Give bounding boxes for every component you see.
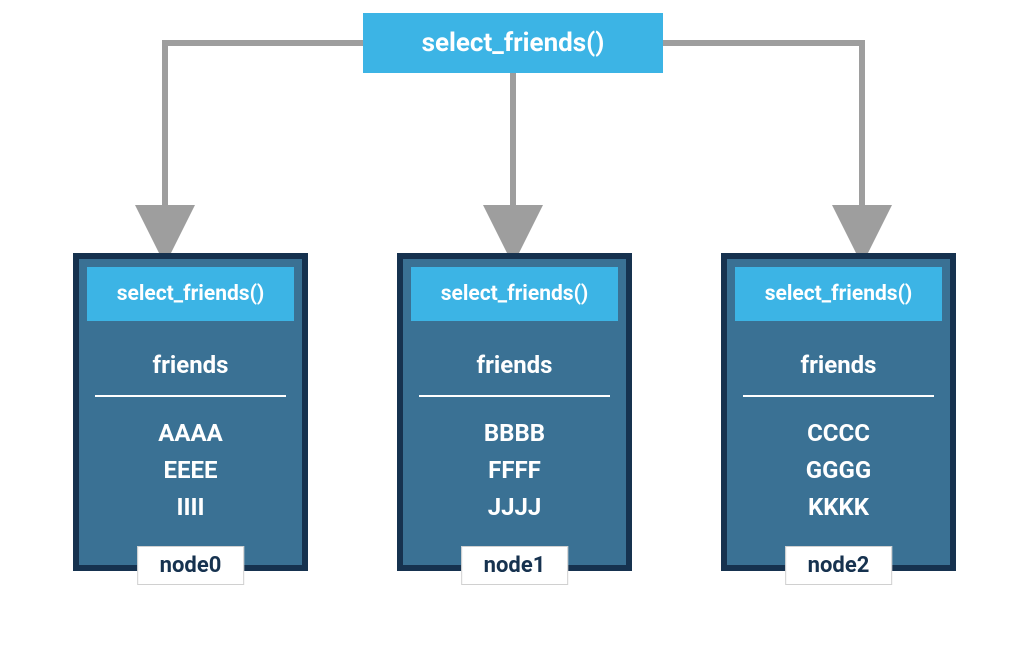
node-header: select_friends()	[87, 267, 294, 321]
distributed-query-diagram: select_friends() select_friends() friend…	[0, 0, 1024, 658]
node-label: node1	[461, 546, 569, 585]
node-data-row: AAAA	[89, 415, 292, 452]
nodes-row: select_friends() friends AAAA EEEE IIII …	[73, 253, 956, 571]
root-function-box: select_friends()	[363, 13, 663, 73]
node-label: node0	[137, 546, 245, 585]
node-data-list: CCCC GGGG KKKK	[727, 397, 950, 537]
node-card-1: select_friends() friends BBBB FFFF JJJJ …	[397, 253, 632, 571]
node-data-row: GGGG	[737, 452, 940, 489]
node-data-list: AAAA EEEE IIII	[79, 397, 302, 537]
node-card-0: select_friends() friends AAAA EEEE IIII …	[73, 253, 308, 571]
node-data-row: EEEE	[89, 452, 292, 489]
root-function-label: select_friends()	[422, 28, 605, 58]
node-header-label: select_friends()	[441, 282, 589, 306]
node-label: node2	[785, 546, 893, 585]
node-data-row: IIII	[89, 489, 292, 526]
node-data-row: KKKK	[737, 489, 940, 526]
node-header: select_friends()	[735, 267, 942, 321]
node-header: select_friends()	[411, 267, 618, 321]
node-header-label: select_friends()	[765, 282, 913, 306]
node-section-title: friends	[79, 329, 302, 395]
arrow-to-node0	[165, 43, 363, 235]
node-data-row: FFFF	[413, 452, 616, 489]
node-header-label: select_friends()	[117, 282, 265, 306]
node-section-title: friends	[403, 329, 626, 395]
node-data-row: BBBB	[413, 415, 616, 452]
node-data-row: CCCC	[737, 415, 940, 452]
node-card-2: select_friends() friends CCCC GGGG KKKK …	[721, 253, 956, 571]
node-data-row: JJJJ	[413, 489, 616, 526]
arrow-to-node2	[663, 43, 862, 235]
node-data-list: BBBB FFFF JJJJ	[403, 397, 626, 537]
node-section-title: friends	[727, 329, 950, 395]
